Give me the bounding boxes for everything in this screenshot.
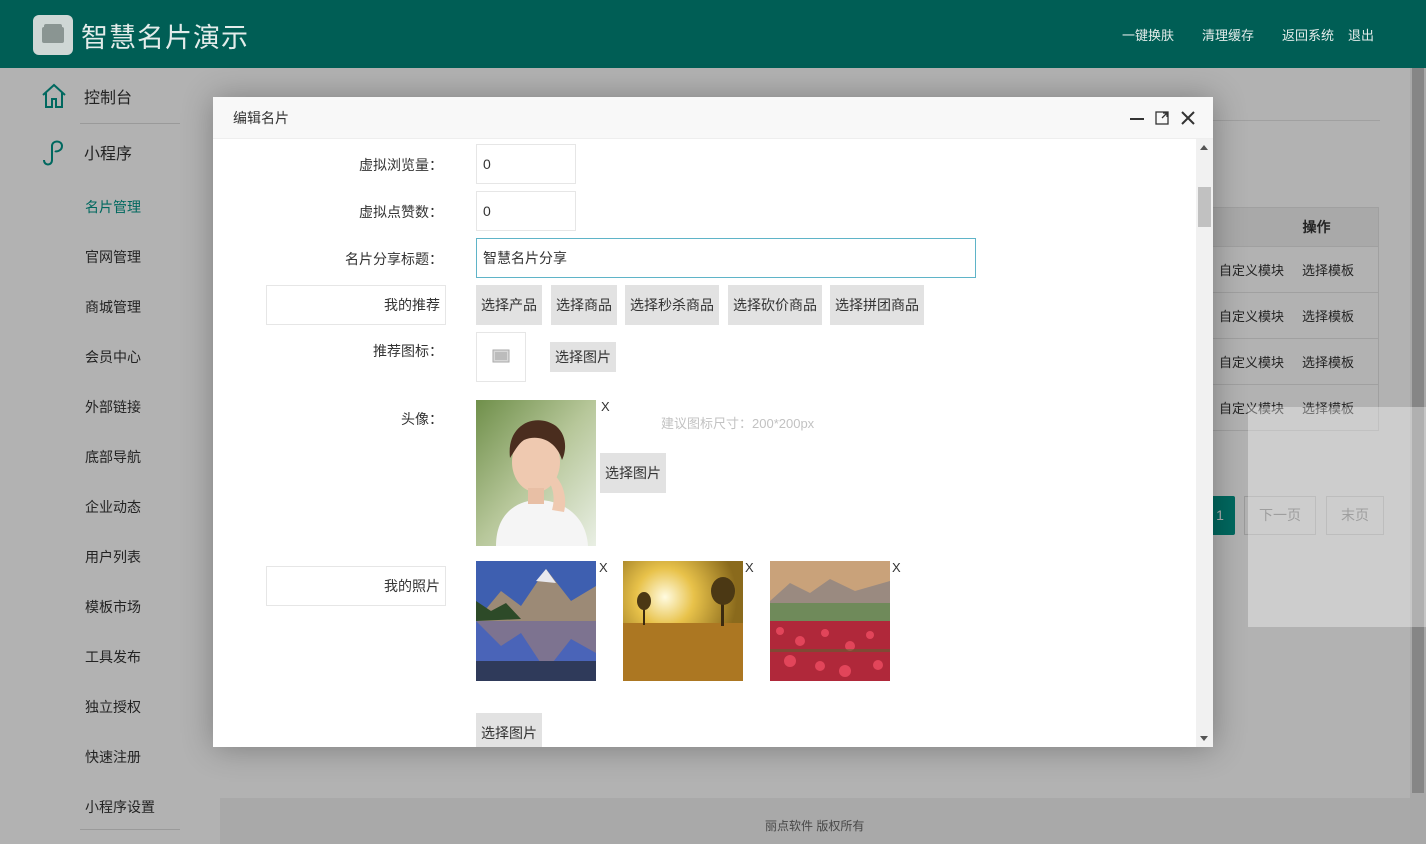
virtual-views-label: 虚拟浏览量： [359,157,443,173]
logout-link[interactable]: 退出 [1348,25,1374,44]
share-title-input[interactable]: 智慧名片分享 [476,238,976,278]
store-logo-icon [33,15,73,55]
select-photos-button[interactable]: 选择图片 [476,713,542,747]
share-title-label: 名片分享标题： [345,251,443,267]
select-bargain-button[interactable]: 选择砍价商品 [728,285,822,325]
scroll-up-icon[interactable] [1200,145,1208,150]
edit-card-dialog: 编辑名片 虚拟浏览量： 0 虚拟点赞数： 0 名片分享标题： 智慧名片分享 我的… [213,97,1213,747]
maximize-icon[interactable] [1151,97,1173,139]
remove-photo-icon[interactable]: X [892,560,901,575]
remove-avatar-icon[interactable]: X [601,399,610,414]
recommend-title-input[interactable]: 我的推荐 [266,285,446,325]
recommend-icon-preview [476,332,526,382]
remove-photo-icon[interactable]: X [599,560,608,575]
avatar-size-hint: 建议图标尺寸：200*200px [661,416,815,431]
photo-thumbnail [476,561,596,681]
image-placeholder-icon [492,349,510,363]
app-title: 智慧名片演示 [81,23,249,53]
select-product-button[interactable]: 选择产品 [476,285,542,325]
dialog-titlebar: 编辑名片 [213,97,1213,139]
overlay-panel [1248,407,1426,627]
avatar-label: 头像： [401,411,443,427]
header-menu: 一键换肤 清理缓存 返回系统 退出 [1094,25,1374,44]
photo-thumbnail [623,561,743,681]
select-goods-button[interactable]: 选择商品 [551,285,617,325]
scroll-down-icon[interactable] [1200,736,1208,741]
avatar-image [476,400,596,546]
dialog-scrollbar[interactable] [1196,139,1213,747]
clear-cache-link[interactable]: 清理缓存 [1202,25,1254,44]
select-group-buy-button[interactable]: 选择拼团商品 [830,285,924,325]
virtual-views-input[interactable]: 0 [476,144,576,184]
select-recommend-icon-button[interactable]: 选择图片 [550,342,616,372]
dialog-title: 编辑名片 [233,110,289,126]
remove-photo-icon[interactable]: X [745,560,754,575]
select-flash-sale-button[interactable]: 选择秒杀商品 [625,285,719,325]
close-icon[interactable] [1177,97,1199,139]
recommend-icon-label: 推荐图标： [373,343,443,359]
minimize-icon[interactable] [1126,97,1148,139]
dialog-scrollbar-thumb[interactable] [1198,187,1211,227]
skin-switch-link[interactable]: 一键换肤 [1122,25,1174,44]
virtual-likes-label: 虚拟点赞数： [359,204,443,220]
select-avatar-button[interactable]: 选择图片 [600,453,666,493]
dialog-body: 虚拟浏览量： 0 虚拟点赞数： 0 名片分享标题： 智慧名片分享 我的推荐 选择… [213,139,1213,747]
photo-thumbnail [770,561,890,681]
top-header: 智慧名片演示 一键换肤 清理缓存 返回系统 退出 [0,0,1426,68]
return-system-link[interactable]: 返回系统 [1282,25,1334,44]
photos-title-input[interactable]: 我的照片 [266,566,446,606]
virtual-likes-input[interactable]: 0 [476,191,576,231]
